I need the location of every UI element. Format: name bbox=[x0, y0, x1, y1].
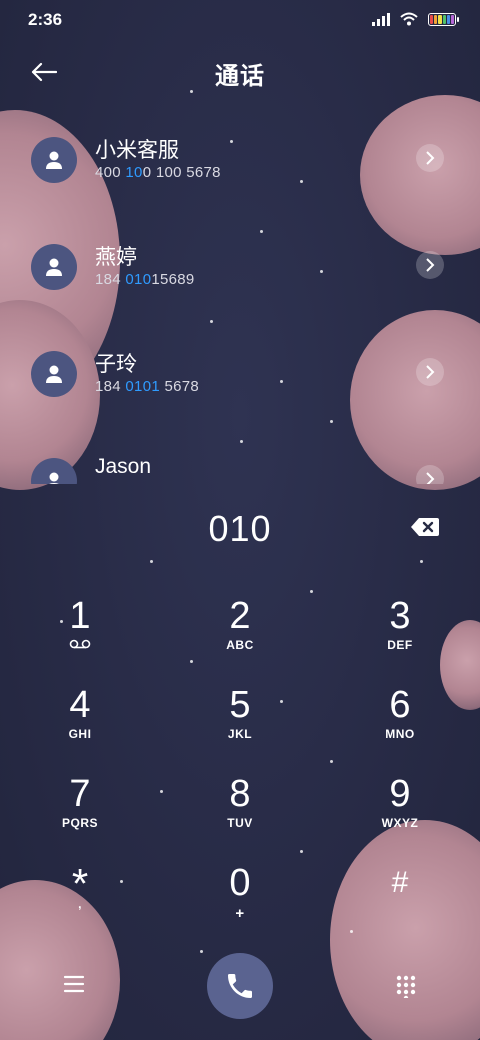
key-letters: TUV bbox=[227, 816, 253, 830]
key-letters: GHI bbox=[68, 727, 92, 741]
key-digit: 8 bbox=[229, 773, 251, 815]
menu-button[interactable] bbox=[60, 970, 88, 998]
phone-icon bbox=[228, 974, 252, 998]
wifi-icon bbox=[400, 12, 418, 26]
call-button[interactable] bbox=[207, 953, 273, 1019]
chevron-right-icon bbox=[426, 365, 435, 379]
avatar bbox=[31, 244, 77, 290]
battery-icon bbox=[428, 12, 459, 26]
key-letters: WXYZ bbox=[381, 816, 419, 830]
key-digit: 2 bbox=[229, 595, 251, 637]
result-row[interactable]: 燕婷 184 01015689 bbox=[0, 211, 480, 318]
contact-name: 子玲 bbox=[95, 353, 137, 376]
key-9[interactable]: 9 WXYZ bbox=[340, 774, 460, 858]
contact-number: 184 01015689 bbox=[95, 271, 195, 288]
person-icon bbox=[46, 258, 62, 276]
contact-detail-button[interactable] bbox=[416, 144, 444, 172]
status-time: 2:36 bbox=[28, 10, 63, 29]
key-digit: 3 bbox=[389, 595, 411, 637]
contact-number: 400 100 100 5678 bbox=[95, 164, 221, 181]
key-digit: 6 bbox=[389, 684, 411, 726]
person-icon bbox=[49, 472, 59, 484]
person-icon bbox=[46, 151, 62, 169]
dialpad-icon bbox=[396, 975, 416, 1001]
chevron-right-icon bbox=[426, 151, 435, 165]
key-digit: 7 bbox=[69, 773, 91, 815]
status-bar: 2:36 bbox=[0, 0, 480, 42]
key-letters: ABC bbox=[226, 638, 254, 652]
key-6[interactable]: 6 MNO bbox=[340, 685, 460, 769]
chevron-right-icon bbox=[426, 258, 435, 272]
key-5[interactable]: 5 JKL bbox=[180, 685, 300, 769]
key-digit: 1 bbox=[69, 595, 91, 637]
key-letters: JKL bbox=[227, 727, 253, 741]
key-4[interactable]: 4 GHI bbox=[20, 685, 140, 769]
contact-detail-button[interactable] bbox=[416, 465, 444, 484]
key-7[interactable]: 7 PQRS bbox=[20, 774, 140, 858]
key-digit: 0 bbox=[229, 862, 251, 904]
key-hash[interactable]: # bbox=[340, 863, 460, 947]
contact-detail-button[interactable] bbox=[416, 251, 444, 279]
delete-button[interactable] bbox=[410, 516, 440, 538]
search-results: 小米客服 400 100 100 5678 燕婷 184 01015689 子玲… bbox=[0, 104, 480, 484]
key-star[interactable]: * , bbox=[20, 863, 140, 947]
header: 通话 bbox=[0, 42, 480, 102]
status-icons bbox=[372, 12, 459, 26]
key-digit: 5 bbox=[229, 684, 251, 726]
avatar bbox=[31, 351, 77, 397]
contact-number: 184 0101 5678 bbox=[95, 378, 200, 395]
key-letters: MNO bbox=[385, 727, 415, 741]
key-letters: DEF bbox=[387, 638, 413, 652]
contact-name: 小米客服 bbox=[95, 139, 179, 162]
page-title: 通话 bbox=[215, 63, 265, 90]
contact-detail-button[interactable] bbox=[416, 358, 444, 386]
key-0[interactable]: 0 + bbox=[180, 863, 300, 947]
signal-icon bbox=[372, 12, 390, 26]
dial-input[interactable]: 010 bbox=[0, 508, 480, 550]
key-3[interactable]: 3 DEF bbox=[340, 596, 460, 680]
chevron-right-icon bbox=[426, 472, 435, 484]
result-row[interactable]: Jason bbox=[0, 425, 480, 484]
backspace-icon bbox=[411, 518, 439, 536]
result-row[interactable]: 子玲 184 0101 5678 bbox=[0, 318, 480, 425]
keypad-toggle-button[interactable] bbox=[394, 974, 418, 1001]
avatar bbox=[31, 458, 77, 484]
voicemail-icon bbox=[69, 639, 91, 649]
key-digit: 9 bbox=[389, 773, 411, 815]
menu-icon bbox=[63, 975, 85, 993]
avatar bbox=[31, 137, 77, 183]
result-row[interactable]: 小米客服 400 100 100 5678 bbox=[0, 104, 480, 211]
person-icon bbox=[46, 365, 62, 383]
key-2[interactable]: 2 ABC bbox=[180, 596, 300, 680]
contact-name: 燕婷 bbox=[95, 246, 137, 269]
key-letters: + bbox=[235, 905, 245, 922]
key-8[interactable]: 8 TUV bbox=[180, 774, 300, 858]
dialer: 010 1 2 ABC 3 DEF 4 GHI 5 JKL 6 MNO 7 PQ… bbox=[0, 484, 480, 1040]
key-digit: 4 bbox=[69, 684, 91, 726]
contact-name: Jason bbox=[95, 455, 152, 478]
key-letters: , bbox=[78, 897, 82, 911]
key-letters: PQRS bbox=[61, 816, 98, 830]
key-digit: # bbox=[391, 866, 409, 899]
key-1[interactable]: 1 bbox=[20, 596, 140, 680]
